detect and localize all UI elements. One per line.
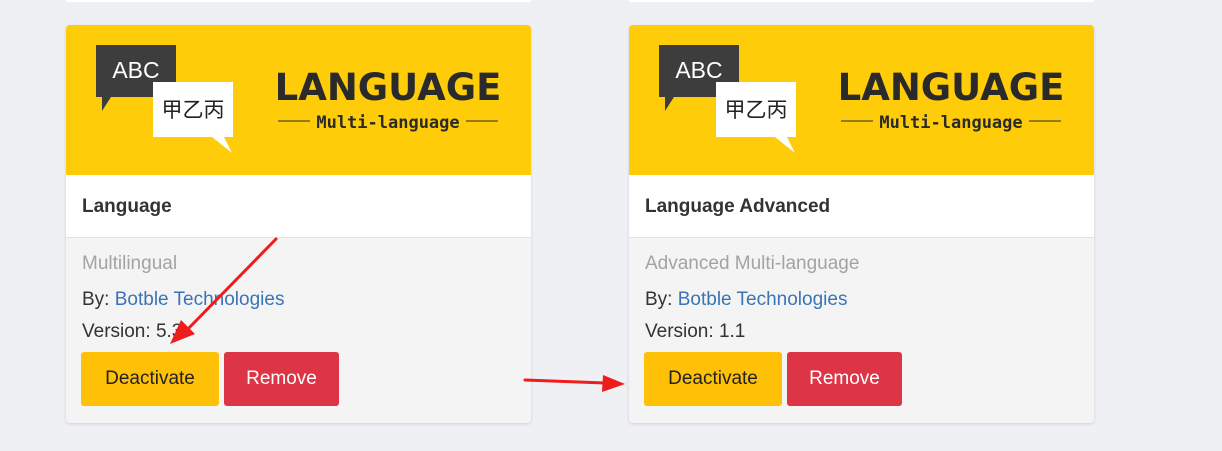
language-logo-icon: ABC 甲乙丙 LANGUAGE Multi-language — [659, 45, 1065, 153]
banner-subheading: Multi-language — [316, 113, 459, 133]
plugin-title-bar: Language Advanced — [629, 175, 1094, 238]
plugin-author: By: Botble Technologies — [645, 289, 847, 311]
banner-cjk-text: 甲乙丙 — [725, 98, 788, 122]
banner-heading: LANGUAGE — [838, 66, 1065, 109]
remove-button[interactable]: Remove — [787, 352, 902, 406]
plugin-description: Advanced Multi-language — [645, 253, 860, 274]
deactivate-button[interactable]: Deactivate — [81, 352, 219, 406]
author-label: By: — [82, 289, 110, 310]
plugin-version: Version: 1.1 — [645, 321, 745, 343]
previous-card-edge — [66, 0, 531, 2]
version-value: 5.3 — [155, 321, 183, 342]
version-label: Version: — [82, 321, 151, 342]
plugin-version: Version: 5.3 — [82, 321, 182, 343]
version-value: 1.1 — [718, 321, 746, 342]
plugin-author: By: Botble Technologies — [82, 289, 284, 311]
author-label: By: — [645, 289, 673, 310]
author-link[interactable]: Botble Technologies — [115, 289, 285, 310]
plugin-banner: ABC 甲乙丙 LANGUAGE Multi-language — [629, 25, 1094, 175]
plugin-card-language: ABC 甲乙丙 LANGUAGE Multi-language Language… — [66, 25, 531, 423]
plugin-description: Multilingual — [82, 253, 178, 274]
banner-cjk-text: 甲乙丙 — [162, 98, 225, 122]
banner-heading: LANGUAGE — [275, 66, 502, 109]
plugin-title: Language Advanced — [645, 196, 831, 217]
previous-card-edge — [629, 0, 1094, 2]
plugin-title-bar: Language — [66, 175, 531, 238]
language-logo-icon: ABC 甲乙丙 LANGUAGE Multi-language — [96, 45, 502, 153]
banner-bubble-text: ABC — [675, 57, 722, 83]
banner-bubble-text: ABC — [112, 57, 159, 83]
version-label: Version: — [645, 321, 714, 342]
author-link[interactable]: Botble Technologies — [678, 289, 848, 310]
deactivate-button[interactable]: Deactivate — [644, 352, 782, 406]
red-arrow-icon — [523, 375, 625, 392]
plugin-card-language-advanced: ABC 甲乙丙 LANGUAGE Multi-language Language… — [629, 25, 1094, 423]
plugin-banner: ABC 甲乙丙 LANGUAGE Multi-language — [66, 25, 531, 175]
banner-subheading: Multi-language — [879, 113, 1022, 133]
plugin-title: Language — [82, 196, 172, 217]
remove-button[interactable]: Remove — [224, 352, 339, 406]
